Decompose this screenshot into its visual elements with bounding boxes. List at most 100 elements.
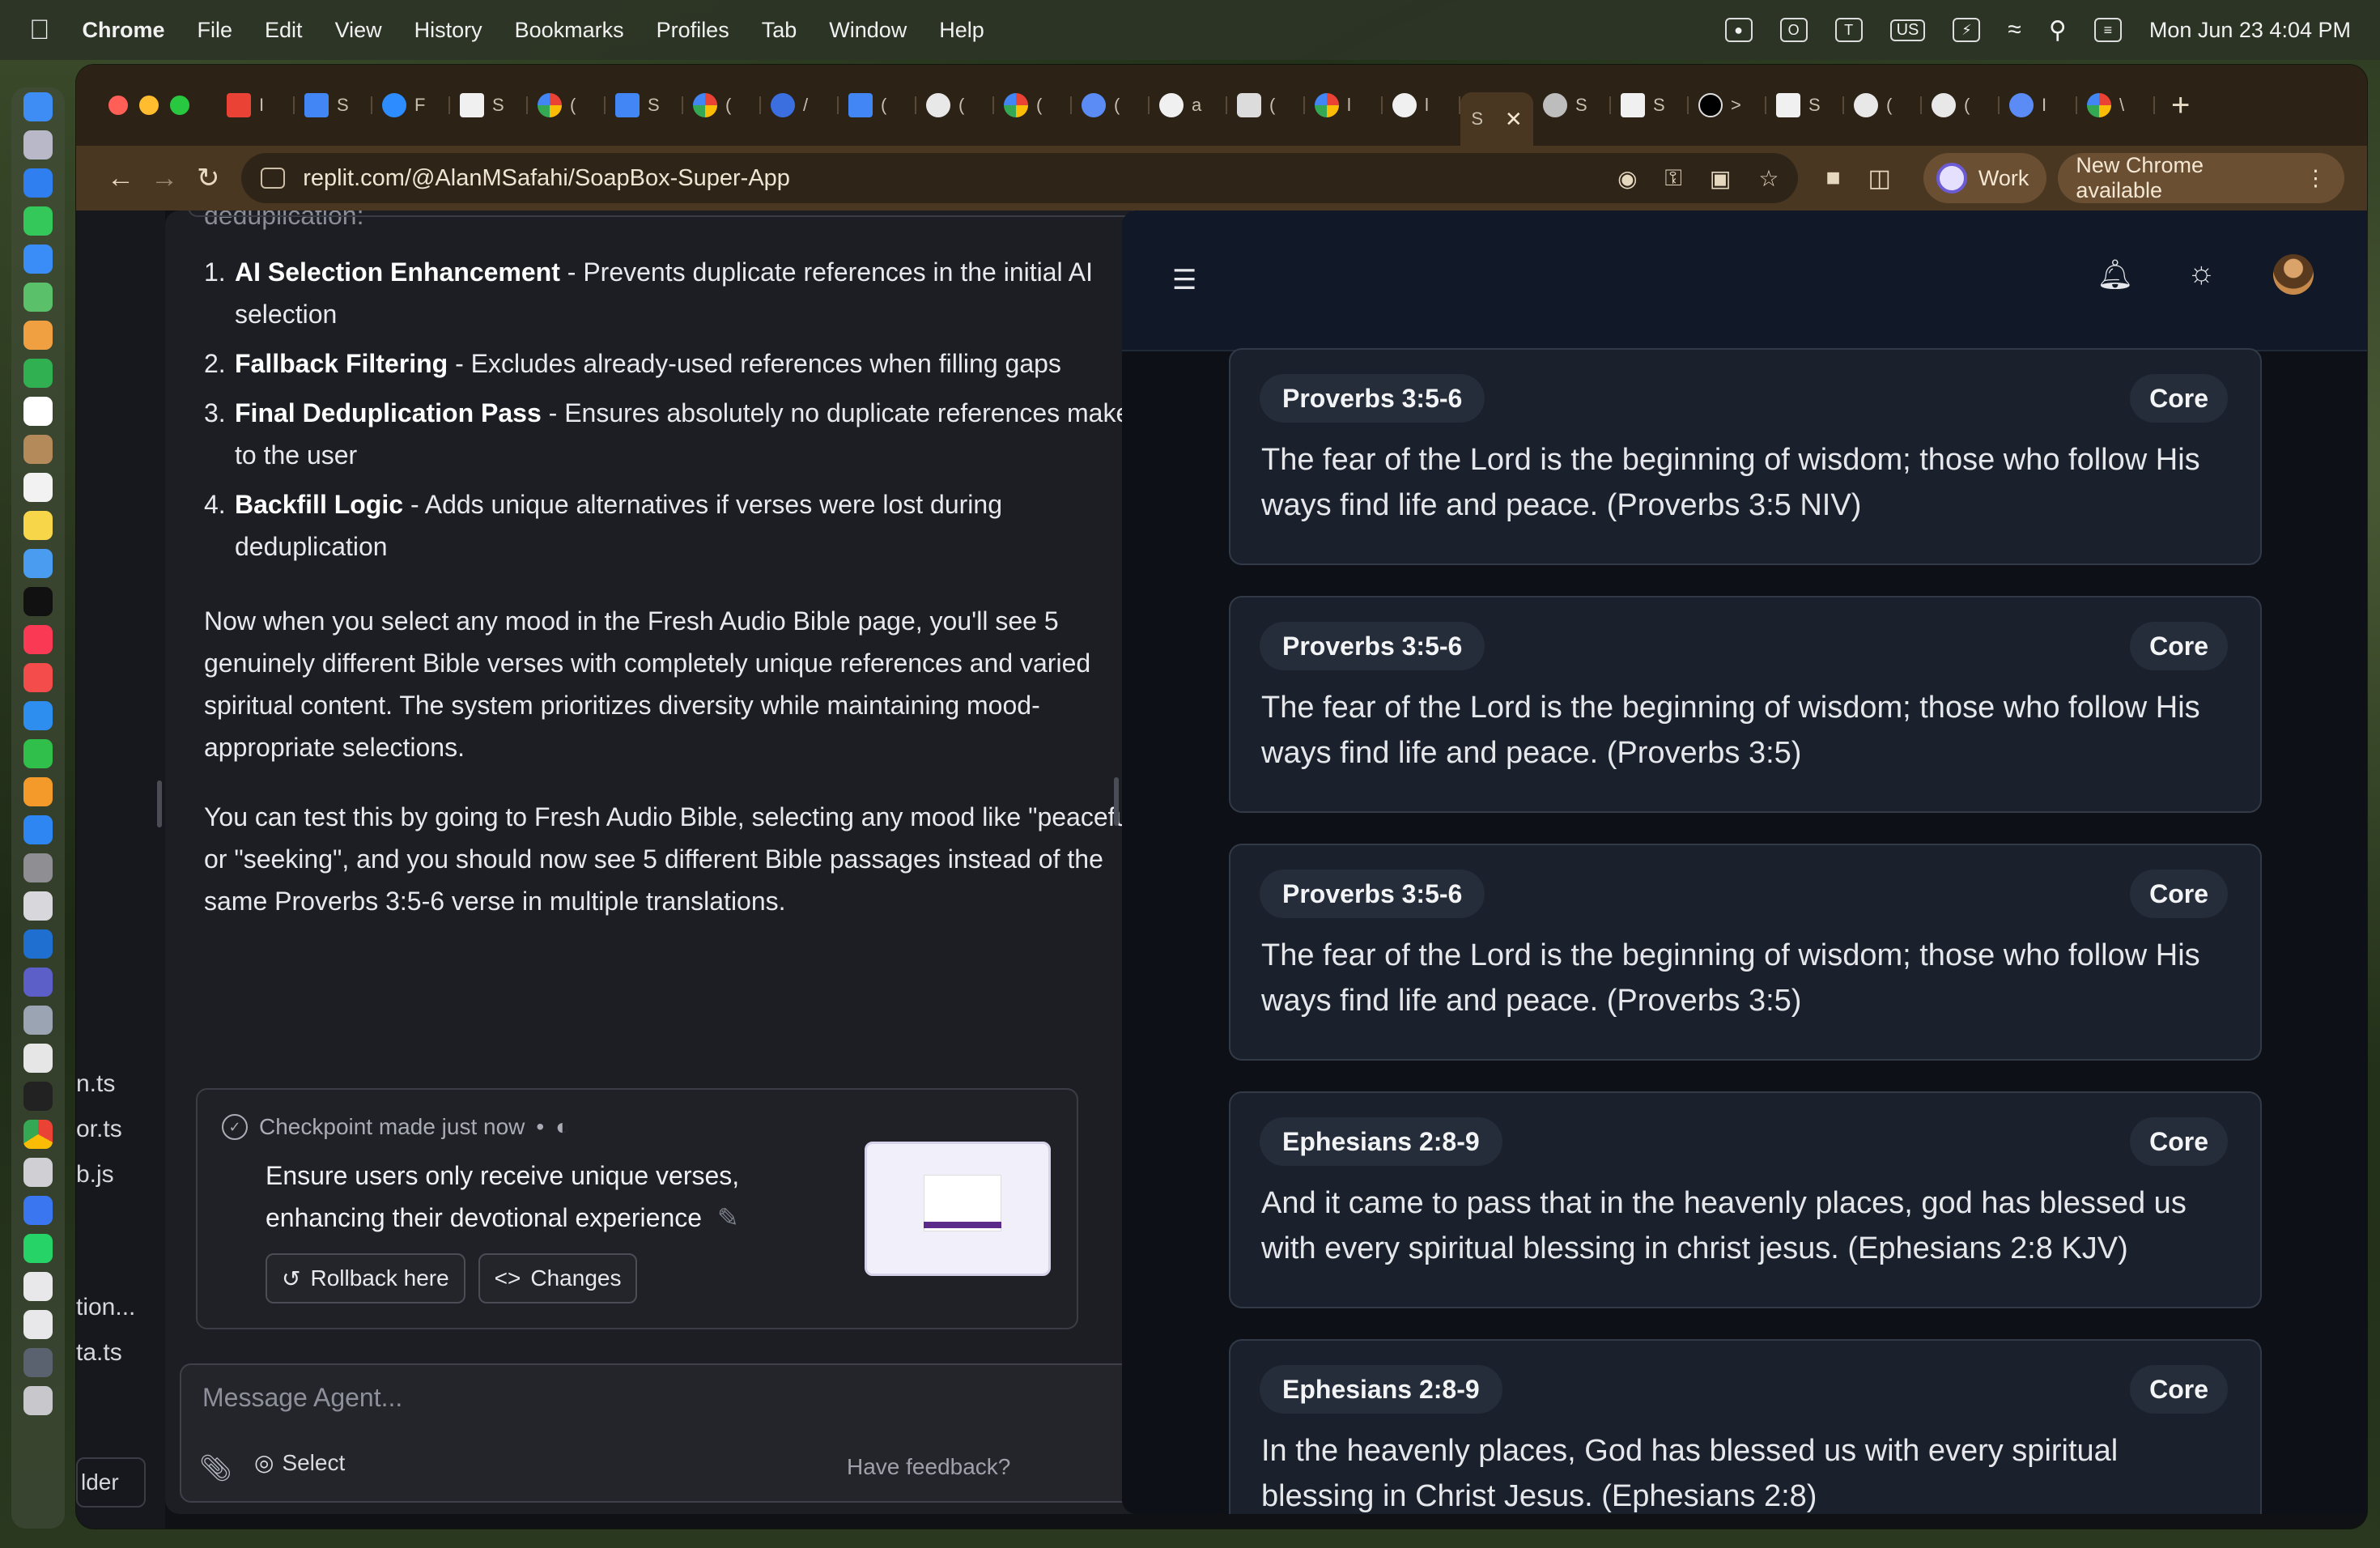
verse-card[interactable]: Proverbs 3:5-6 Core The fear of the Lord… [1229,348,2262,565]
remote-desktop-icon[interactable] [23,1006,53,1035]
status-app-icon[interactable]: ● [1724,18,1753,42]
tab-github-b[interactable]: l [1383,83,1460,127]
maps-icon[interactable] [23,283,53,312]
edit-pencil-icon[interactable]: ✎ [717,1203,739,1232]
tab-app-a[interactable]: ( [1072,83,1150,127]
menu-file[interactable]: File [198,18,233,43]
contacts-icon[interactable] [23,435,53,464]
tab-calendar[interactable]: S [295,83,372,127]
messages-icon[interactable] [23,206,53,236]
tv-icon[interactable] [23,587,53,616]
chrome-update-button[interactable]: New Chrome available ⋮ [2058,153,2345,203]
forward-icon[interactable]: → [142,163,186,194]
finder-icon[interactable] [23,92,53,121]
terminal-icon[interactable] [23,1082,53,1111]
tab-google-d[interactable]: l [1305,83,1383,127]
menu-window[interactable]: Window [829,18,907,43]
tab-openai-a[interactable]: ( [916,83,994,127]
tab-site-c[interactable]: S [1766,83,1844,127]
changes-button[interactable]: <> Changes [478,1253,638,1303]
control-center-icon[interactable]: ≡ [2093,18,2122,42]
url-text[interactable]: replit.com/@AlanMSafahi/SoapBox-Super-Ap… [303,165,1617,192]
tab-gmail[interactable]: I [217,83,295,127]
minimize-window-button[interactable] [139,96,159,115]
screenshots-stack-icon[interactable] [23,1348,53,1377]
close-window-button[interactable] [108,96,128,115]
paperclip-icon[interactable]: 📎︎ [199,1452,232,1483]
tab-extension[interactable]: / [761,83,839,127]
menu-edit[interactable]: Edit [265,18,303,43]
file-tree-item[interactable]: b.js [76,1161,114,1189]
password-key-icon[interactable]: ⚿ [1665,165,1682,192]
hamburger-menu-icon[interactable]: ☰ [1172,264,1196,296]
tab-google-c[interactable]: ( [994,83,1072,127]
battery-icon[interactable]: ⚡ [1953,18,1981,42]
rollback-button[interactable]: ↺ Rollback here [266,1253,465,1303]
downloads-folder-icon[interactable] [23,1310,53,1339]
checkpoint-screenshot-thumbnail[interactable] [865,1142,1051,1276]
menu-view[interactable]: View [335,18,382,43]
file-tree-item[interactable]: or.ts [76,1116,122,1143]
menu-app-name[interactable]: Chrome [83,18,165,43]
menu-tab[interactable]: Tab [762,18,797,43]
menu-help[interactable]: Help [939,18,984,43]
music-icon[interactable] [23,625,53,654]
documents-folder-icon[interactable] [23,1272,53,1301]
spotlight-search-icon[interactable]: ⚲ [2049,16,2067,45]
verse-card[interactable]: Proverbs 3:5-6 Core The fear of the Lord… [1229,596,2262,813]
tab-zoom[interactable]: F [372,83,450,127]
news-icon[interactable] [23,663,53,692]
photos-icon[interactable] [23,321,53,350]
whatsapp-icon[interactable] [23,1234,53,1263]
site-info-icon[interactable] [261,168,286,189]
teams-icon[interactable]: T [1834,18,1863,42]
calendar-icon[interactable] [23,397,53,426]
back-icon[interactable]: ← [99,163,142,194]
location-icon[interactable]: ◉ [1617,165,1637,192]
address-bar[interactable]: replit.com/@AlanMSafahi/SoapBox-Super-Ap… [241,153,1799,203]
tab-site-b[interactable]: S [1611,83,1689,127]
tab-docs-a[interactable]: S [606,83,683,127]
tab-openai-c[interactable]: ( [1922,83,2000,127]
numbers-icon[interactable] [23,739,53,768]
panel-resize-handle[interactable] [157,780,162,827]
chrome-dock-icon[interactable] [23,1120,53,1149]
file-tree-item[interactable]: n.ts [76,1070,115,1098]
new-folder-button[interactable]: lder [76,1457,146,1508]
menu-bookmarks[interactable]: Bookmarks [515,18,624,43]
file-tree-item[interactable]: ta.ts [76,1339,122,1367]
tab-github-a[interactable]: a [1150,83,1227,127]
tab-app-b[interactable]: I [2000,83,2077,127]
trash-icon[interactable] [23,1386,53,1415]
speedometer-icon[interactable]: ◐ [555,1114,569,1140]
tab-replit-active[interactable]: S ✕ [1460,92,1533,146]
new-tab-button[interactable]: + [2171,87,2190,124]
wifi-icon[interactable]: ≈ [2008,16,2021,44]
keynote-icon[interactable] [23,701,53,730]
menu-history[interactable]: History [414,18,482,43]
more-menu-icon[interactable]: ⋮ [2305,166,2327,191]
menu-profiles[interactable]: Profiles [657,18,729,43]
freeform-icon[interactable] [23,549,53,578]
printer-icon[interactable] [23,1158,53,1187]
outlook-dock-icon[interactable] [23,929,53,959]
install-app-icon[interactable]: ▣ [1710,165,1731,192]
tab-google-a[interactable]: ( [528,83,606,127]
pages-icon[interactable] [23,777,53,806]
signal-icon[interactable] [23,1196,53,1225]
tab-search-icon[interactable]: ◫ [1868,164,1891,193]
pane-resize-handle[interactable] [1114,777,1119,826]
user-avatar[interactable] [2273,254,2314,295]
verse-card[interactable]: Ephesians 2:8-9 Core And it came to pass… [1229,1091,2262,1308]
theme-toggle-sun-icon[interactable]: ☼ [2187,256,2216,291]
safari-icon[interactable] [23,168,53,198]
tab-docs-b[interactable]: ( [839,83,916,127]
preview-app-icon[interactable] [23,891,53,921]
tab-site-a[interactable]: S [450,83,528,127]
message-input[interactable]: Message Agent... [202,1383,402,1413]
verse-card[interactable]: Proverbs 3:5-6 Core The fear of the Lord… [1229,844,2262,1061]
tab-web[interactable]: S [1533,83,1611,127]
feedback-link[interactable]: Have feedback? [847,1454,1010,1480]
tab-openai-b[interactable]: ( [1844,83,1922,127]
extensions-icon[interactable]: ■ [1825,164,1840,192]
